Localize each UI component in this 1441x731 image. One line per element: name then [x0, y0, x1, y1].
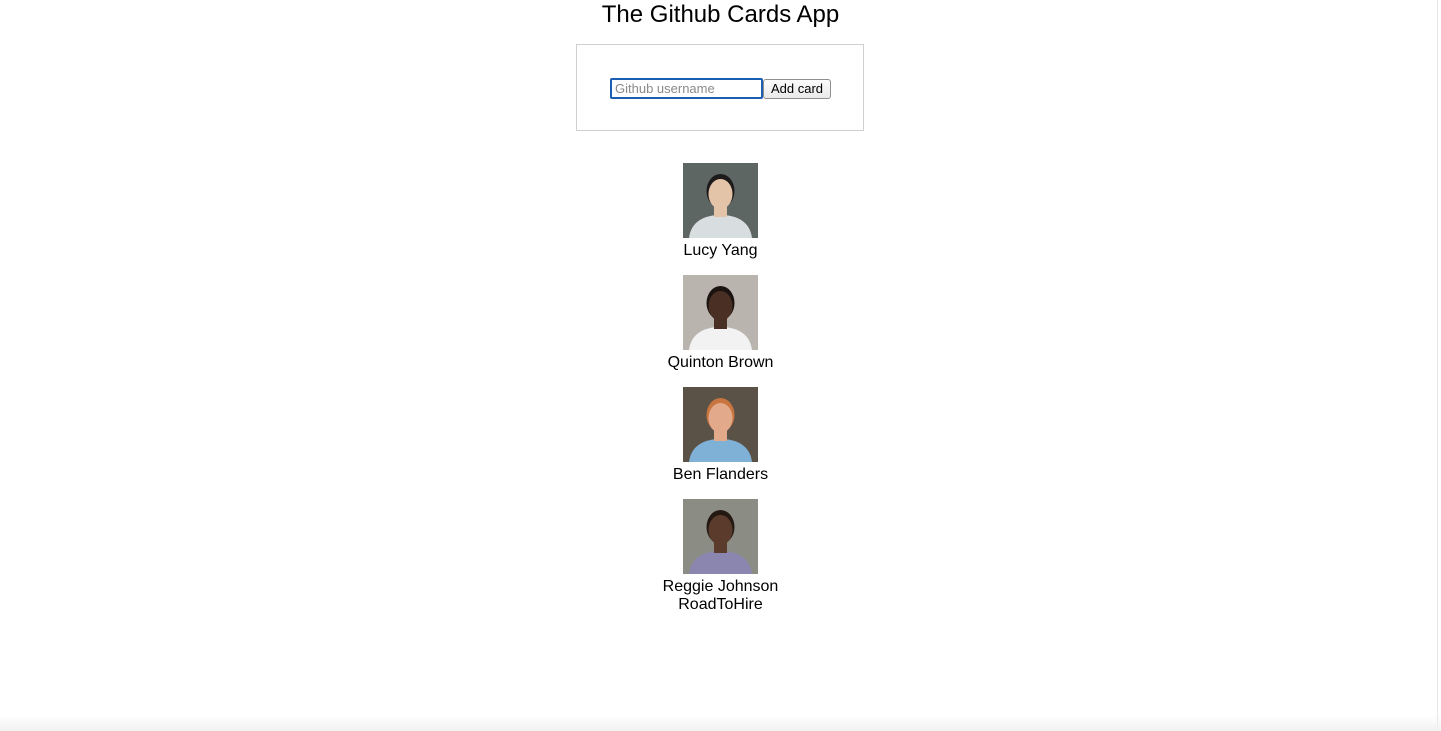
avatar-face [708, 515, 733, 545]
profile-name: Quinton Brown [667, 354, 774, 371]
avatar [683, 499, 758, 574]
profile-card: Lucy Yang [0, 163, 1441, 275]
bottom-shadow [0, 715, 1441, 731]
page-title: The Github Cards App [601, 1, 840, 28]
avatar [683, 275, 758, 350]
avatar [683, 387, 758, 462]
profile-card: Quinton Brown [0, 275, 1441, 387]
page: The Github Cards App Add card Lucy Yang … [0, 0, 1441, 731]
github-username-input[interactable] [610, 78, 763, 99]
avatar [683, 163, 758, 238]
profile-name: Lucy Yang [683, 242, 758, 259]
profile-name: Ben Flanders [672, 466, 769, 483]
add-card-button[interactable]: Add card [763, 79, 831, 99]
profile-card: Reggie Johnson RoadToHire [0, 499, 1441, 629]
avatar-face [708, 403, 733, 433]
card-list: Lucy Yang Quinton Brown Ben Flanders Reg… [0, 163, 1441, 629]
profile-name: Reggie Johnson RoadToHire [662, 578, 779, 613]
profile-card: Ben Flanders [0, 387, 1441, 499]
scrollbar-edge [1437, 0, 1438, 731]
avatar-face [708, 291, 733, 321]
avatar-face [708, 179, 733, 209]
add-card-form: Add card [576, 44, 864, 131]
